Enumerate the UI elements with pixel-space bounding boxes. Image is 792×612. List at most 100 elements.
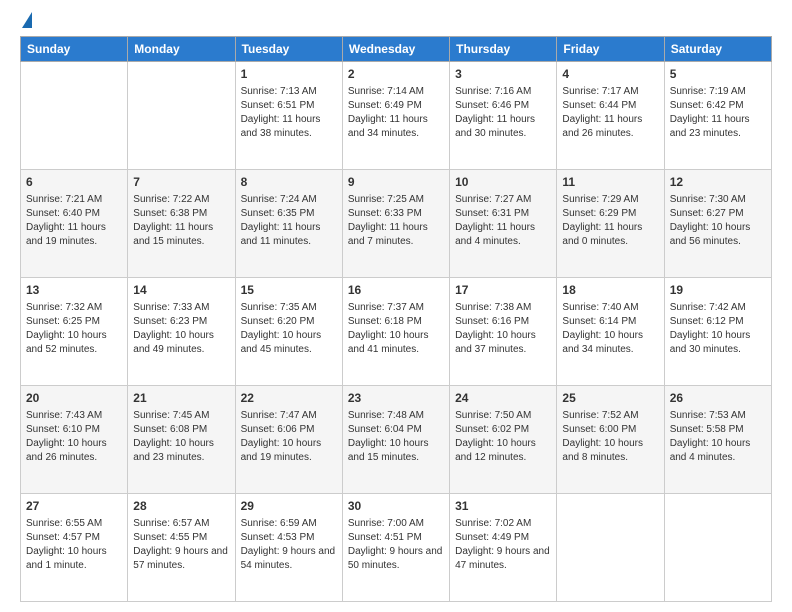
day-number: 16 (348, 282, 444, 299)
day-number: 22 (241, 390, 337, 407)
calendar-cell (128, 62, 235, 170)
daylight-text: Daylight: 10 hours and 45 minutes. (241, 329, 337, 357)
daylight-text: Daylight: 10 hours and 30 minutes. (670, 329, 766, 357)
day-number: 21 (133, 390, 229, 407)
sunrise-text: Sunrise: 7:17 AM (562, 85, 658, 99)
week-row-3: 13 Sunrise: 7:32 AMSunset: 6:25 PM Dayligh… (21, 278, 772, 386)
sunset-text: Sunset: 6:04 PM (348, 423, 444, 437)
daylight-text: Daylight: 11 hours and 30 minutes. (455, 113, 551, 141)
calendar-header-row: SundayMondayTuesdayWednesdayThursdayFrid… (21, 37, 772, 62)
day-number: 10 (455, 174, 551, 191)
calendar-cell: 30Sunrise: 7:00 AMSunset: 4:51 PMDayligh… (342, 494, 449, 602)
sunrise-text: Sunrise: 6:59 AM (241, 517, 337, 531)
calendar-cell: 9Sunrise: 7:25 AMSunset: 6:33 PMDaylight… (342, 170, 449, 278)
sunset-text: Sunset: 6:25 PM (26, 315, 122, 329)
calendar-cell: 19Sunrise: 7:42 AMSunset: 6:12 PMDayligh… (664, 278, 771, 386)
sunset-text: Sunset: 6:51 PM (241, 99, 337, 113)
sunrise-text: Sunrise: 7:02 AM (455, 517, 551, 531)
day-number: 24 (455, 390, 551, 407)
sunrise-text: Sunrise: 7:42 AM (670, 301, 766, 315)
col-header-friday: Friday (557, 37, 664, 62)
sunrise-text: Sunrise: 7:27 AM (455, 193, 551, 207)
day-number: 15 (241, 282, 337, 299)
sunrise-text: Sunrise: 7:25 AM (348, 193, 444, 207)
daylight-text: Daylight: 10 hours and 26 minutes. (26, 437, 122, 465)
sunrise-text: Sunrise: 7:33 AM (133, 301, 229, 315)
header (20, 16, 772, 26)
day-number: 14 (133, 282, 229, 299)
sunset-text: Sunset: 6:31 PM (455, 207, 551, 221)
day-number: 9 (348, 174, 444, 191)
sunrise-text: Sunrise: 7:19 AM (670, 85, 766, 99)
sunrise-text: Sunrise: 7:21 AM (26, 193, 122, 207)
calendar-cell: 6Sunrise: 7:21 AMSunset: 6:40 PMDaylight… (21, 170, 128, 278)
page: SundayMondayTuesdayWednesdayThursdayFrid… (0, 0, 792, 612)
week-row-4: 20Sunrise: 7:43 AMSunset: 6:10 PMDayligh… (21, 386, 772, 494)
calendar-cell: 22 Sunrise: 7:47 AMSunset: 6:06 PMDayligh… (235, 386, 342, 494)
daylight-text: Daylight: 9 hours and 50 minutes. (348, 545, 444, 573)
sunrise-text: Sunrise: 7:48 AM (348, 409, 444, 423)
sunrise-text: Sunrise: 7:13 AM (241, 85, 337, 99)
sunrise-text: Sunrise: 7:22 AM (133, 193, 229, 207)
calendar-cell: 8Sunrise: 7:24 AMSunset: 6:35 PMDaylight… (235, 170, 342, 278)
day-number: 28 (133, 498, 229, 515)
sunset-text: Sunset: 6:29 PM (562, 207, 658, 221)
sunset-text: Sunset: 5:58 PM (670, 423, 766, 437)
day-number: 7 (133, 174, 229, 191)
daylight-text: Daylight: 9 hours and 54 minutes. (241, 545, 337, 573)
day-number: 3 (455, 66, 551, 83)
calendar-cell: 24Sunrise: 7:50 AMSunset: 6:02 PMDayligh… (450, 386, 557, 494)
sunrise-text: Sunrise: 7:50 AM (455, 409, 551, 423)
sunrise-text: Sunrise: 7:14 AM (348, 85, 444, 99)
logo-text (20, 16, 32, 28)
sunset-text: Sunset: 6:12 PM (670, 315, 766, 329)
daylight-text: Daylight: 10 hours and 56 minutes. (670, 221, 766, 249)
col-header-tuesday: Tuesday (235, 37, 342, 62)
calendar-cell: 11Sunrise: 7:29 AMSunset: 6:29 PMDayligh… (557, 170, 664, 278)
sunrise-text: Sunrise: 7:40 AM (562, 301, 658, 315)
day-number: 31 (455, 498, 551, 515)
sunset-text: Sunset: 6:23 PM (133, 315, 229, 329)
calendar-cell: 26Sunrise: 7:53 AMSunset: 5:58 PMDayligh… (664, 386, 771, 494)
calendar-cell: 28Sunrise: 6:57 AMSunset: 4:55 PMDayligh… (128, 494, 235, 602)
sunset-text: Sunset: 6:42 PM (670, 99, 766, 113)
day-number: 13 (26, 282, 122, 299)
calendar-cell: 16Sunrise: 7:37 AMSunset: 6:18 PMDayligh… (342, 278, 449, 386)
daylight-text: Daylight: 9 hours and 57 minutes. (133, 545, 229, 573)
day-number: 6 (26, 174, 122, 191)
calendar-cell: 3Sunrise: 7:16 AMSunset: 6:46 PMDaylight… (450, 62, 557, 170)
day-number: 23 (348, 390, 444, 407)
day-number: 26 (670, 390, 766, 407)
day-number: 25 (562, 390, 658, 407)
sunrise-text: Sunrise: 7:38 AM (455, 301, 551, 315)
day-number: 11 (562, 174, 658, 191)
daylight-text: Daylight: 10 hours and 23 minutes. (133, 437, 229, 465)
sunset-text: Sunset: 6:40 PM (26, 207, 122, 221)
sunset-text: Sunset: 6:38 PM (133, 207, 229, 221)
logo (20, 16, 32, 26)
daylight-text: Daylight: 11 hours and 38 minutes. (241, 113, 337, 141)
sunrise-text: Sunrise: 7:43 AM (26, 409, 122, 423)
day-number: 30 (348, 498, 444, 515)
daylight-text: Daylight: 11 hours and 4 minutes. (455, 221, 551, 249)
sunset-text: Sunset: 4:55 PM (133, 531, 229, 545)
daylight-text: Daylight: 10 hours and 34 minutes. (562, 329, 658, 357)
sunset-text: Sunset: 6:06 PM (241, 423, 337, 437)
day-number: 2 (348, 66, 444, 83)
daylight-text: Daylight: 10 hours and 19 minutes. (241, 437, 337, 465)
col-header-monday: Monday (128, 37, 235, 62)
sunrise-text: Sunrise: 7:47 AM (241, 409, 337, 423)
sunset-text: Sunset: 6:33 PM (348, 207, 444, 221)
sunrise-text: Sunrise: 7:32 AM (26, 301, 122, 315)
col-header-saturday: Saturday (664, 37, 771, 62)
calendar-cell (664, 494, 771, 602)
sunrise-text: Sunrise: 7:52 AM (562, 409, 658, 423)
daylight-text: Daylight: 11 hours and 11 minutes. (241, 221, 337, 249)
sunset-text: Sunset: 6:35 PM (241, 207, 337, 221)
sunrise-text: Sunrise: 7:16 AM (455, 85, 551, 99)
sunset-text: Sunset: 4:57 PM (26, 531, 122, 545)
sunset-text: Sunset: 6:02 PM (455, 423, 551, 437)
calendar-cell (557, 494, 664, 602)
sunset-text: Sunset: 6:49 PM (348, 99, 444, 113)
day-number: 4 (562, 66, 658, 83)
